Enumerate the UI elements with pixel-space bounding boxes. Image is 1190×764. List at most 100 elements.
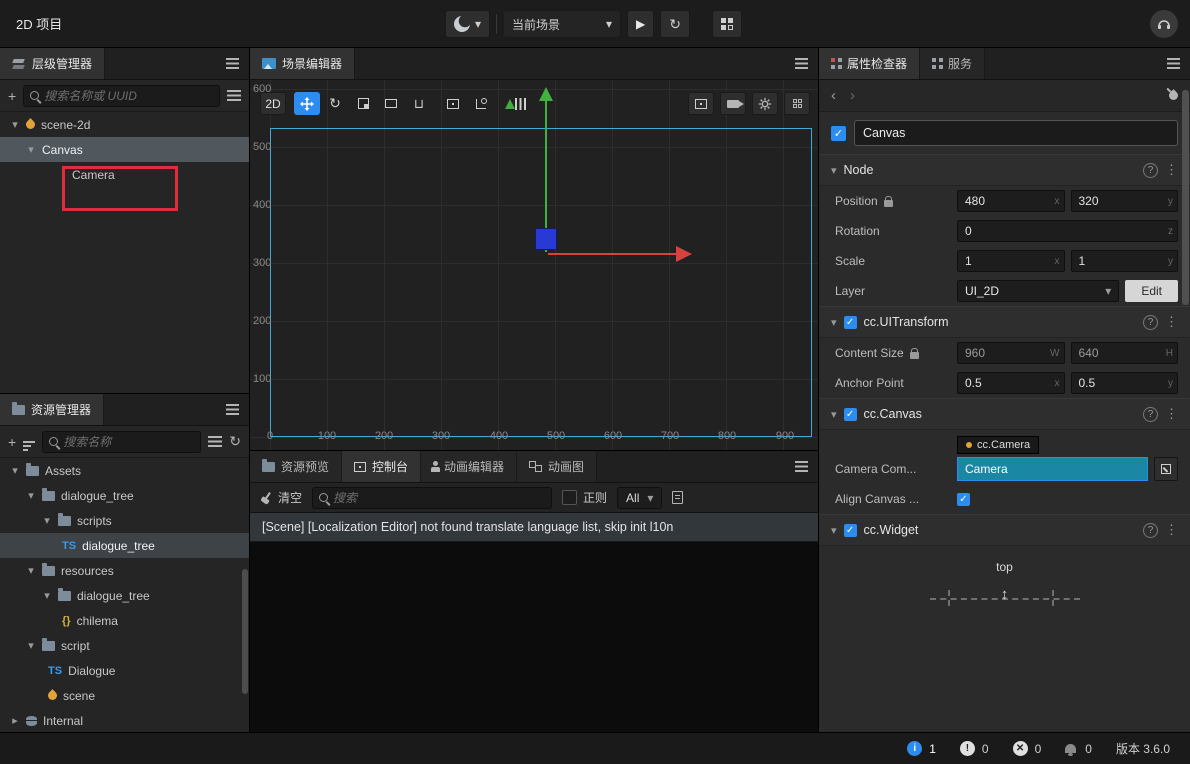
content-width-field[interactable]: 960 W bbox=[957, 342, 1065, 364]
assets-searchbox[interactable] bbox=[42, 431, 201, 453]
asset-row-chilema[interactable]: {} chilema bbox=[0, 608, 249, 633]
inspector-menu-button[interactable] bbox=[1157, 48, 1190, 79]
console-log-row[interactable]: [Scene] [Localization Editor] not found … bbox=[250, 513, 818, 542]
canvas-enabled-checkbox[interactable]: ✓ bbox=[844, 408, 857, 421]
more-icon[interactable]: ⋮ bbox=[1165, 406, 1178, 422]
hierarchy-menu-button[interactable] bbox=[216, 48, 249, 79]
help-icon[interactable]: ? bbox=[1143, 163, 1158, 178]
nav-forward-button[interactable]: › bbox=[850, 87, 855, 104]
console-search-input[interactable] bbox=[333, 491, 545, 505]
layer-edit-button[interactable]: Edit bbox=[1125, 280, 1178, 302]
refresh-button[interactable]: ↻ bbox=[660, 10, 690, 38]
assets-scrollbar[interactable] bbox=[242, 569, 248, 694]
caret-down-icon[interactable]: ▾ bbox=[831, 524, 837, 537]
scene-menu-button[interactable] bbox=[785, 48, 818, 79]
add-asset-button[interactable]: + bbox=[8, 434, 16, 450]
rotation-z-field[interactable]: 0 z bbox=[957, 220, 1178, 242]
lock-icon[interactable] bbox=[910, 352, 919, 359]
gizmo-center-square[interactable] bbox=[535, 228, 557, 250]
bell-icon[interactable] bbox=[1065, 744, 1076, 753]
add-node-button[interactable]: + bbox=[8, 88, 16, 104]
grid-snap-button[interactable] bbox=[784, 92, 810, 115]
content-height-field[interactable]: 640 H bbox=[1071, 342, 1179, 364]
node-picker-button[interactable] bbox=[1154, 457, 1178, 481]
section-widget[interactable]: ▾ ✓ cc.Widget ? ⋮ bbox=[819, 514, 1190, 546]
help-icon[interactable]: ? bbox=[1143, 407, 1158, 422]
section-canvas[interactable]: ▾ ✓ cc.Canvas ? ⋮ bbox=[819, 398, 1190, 430]
more-icon[interactable]: ⋮ bbox=[1165, 522, 1178, 538]
scale-x-field[interactable]: 1 x bbox=[957, 250, 1065, 272]
caret-down-icon[interactable]: ▾ bbox=[42, 514, 52, 527]
caret-down-icon[interactable]: ▾ bbox=[831, 408, 837, 421]
asset-row-script[interactable]: ▾ script bbox=[0, 633, 249, 658]
gizmo-x-axis[interactable] bbox=[548, 253, 676, 255]
position-y-field[interactable]: 320 y bbox=[1071, 190, 1179, 212]
scene-camera-button[interactable] bbox=[720, 92, 746, 115]
tab-services[interactable]: 服务 bbox=[920, 48, 985, 79]
regex-toggle[interactable]: 正则 bbox=[562, 489, 607, 506]
asset-row-resources[interactable]: ▾ resources bbox=[0, 558, 249, 583]
log-file-icon[interactable] bbox=[672, 491, 683, 504]
help-icon[interactable]: ? bbox=[1143, 523, 1158, 538]
refresh-assets-icon[interactable]: ↻ bbox=[229, 433, 241, 450]
section-node[interactable]: ▾ Node ? ⋮ bbox=[819, 154, 1190, 186]
hierarchy-node-camera[interactable]: Camera bbox=[0, 162, 249, 187]
position-x-field[interactable]: 480 x bbox=[957, 190, 1065, 212]
caret-down-icon[interactable]: ▾ bbox=[10, 118, 20, 131]
rotation-snap-button[interactable] bbox=[468, 92, 494, 115]
tab-hierarchy[interactable]: 层级管理器 bbox=[0, 48, 105, 79]
asset-row-scene[interactable]: scene bbox=[0, 683, 249, 708]
tab-asset-preview[interactable]: 资源预览 bbox=[250, 451, 342, 482]
node-name-input[interactable] bbox=[854, 120, 1178, 146]
asset-row-dialogue-tree-ts[interactable]: TS dialogue_tree bbox=[0, 533, 249, 558]
tab-animation-graph[interactable]: 动画图 bbox=[517, 451, 597, 482]
asset-row-scripts[interactable]: ▾ scripts bbox=[0, 508, 249, 533]
scene-settings-button[interactable] bbox=[752, 92, 778, 115]
caret-right-icon[interactable]: ▸ bbox=[10, 714, 20, 727]
rotate-tool-button[interactable]: ↻ bbox=[322, 92, 348, 115]
anchor-x-field[interactable]: 0.5 x bbox=[957, 372, 1065, 394]
asset-row-internal[interactable]: ▸ Internal bbox=[0, 708, 249, 733]
anchor-y-field[interactable]: 0.5 y bbox=[1071, 372, 1179, 394]
console-searchbox[interactable] bbox=[312, 487, 552, 509]
asset-row-dialogue-tree[interactable]: ▾ dialogue_tree bbox=[0, 483, 249, 508]
hierarchy-search-input[interactable] bbox=[44, 89, 213, 103]
caret-down-icon[interactable]: ▾ bbox=[26, 143, 36, 156]
ui-transform-tool-button[interactable]: ⊔ bbox=[406, 92, 432, 115]
clear-console-button[interactable]: 清空 bbox=[260, 489, 302, 506]
hierarchy-node-scene[interactable]: ▾ scene-2d bbox=[0, 112, 249, 137]
hierarchy-searchbox[interactable] bbox=[23, 85, 220, 107]
tab-scene-editor[interactable]: 场景编辑器 bbox=[250, 48, 355, 79]
uitransform-enabled-checkbox[interactable]: ✓ bbox=[844, 316, 857, 329]
widget-align-diagram[interactable]: ↕ bbox=[930, 584, 1080, 620]
log-filter-select[interactable]: All ▾ bbox=[617, 487, 662, 509]
mode-2d-button[interactable]: 2D bbox=[260, 92, 286, 115]
info-icon[interactable]: i bbox=[907, 741, 922, 756]
assets-search-input[interactable] bbox=[63, 435, 194, 449]
tab-animation-editor[interactable]: 动画编辑器 bbox=[421, 451, 517, 482]
widget-enabled-checkbox[interactable]: ✓ bbox=[844, 524, 857, 537]
caret-down-icon[interactable]: ▾ bbox=[26, 564, 36, 577]
caret-down-icon[interactable]: ▾ bbox=[831, 316, 837, 329]
layer-select[interactable]: UI_2D ▾ bbox=[957, 280, 1119, 302]
warning-icon[interactable]: ! bbox=[960, 741, 975, 756]
hierarchy-node-canvas[interactable]: ▾ Canvas bbox=[0, 137, 249, 162]
caret-down-icon[interactable]: ▾ bbox=[26, 489, 36, 502]
node-active-checkbox[interactable]: ✓ bbox=[831, 126, 846, 141]
section-uitransform[interactable]: ▾ ✓ cc.UITransform ? ⋮ bbox=[819, 306, 1190, 338]
move-tool-button[interactable] bbox=[294, 92, 320, 115]
sort-icon[interactable] bbox=[23, 441, 35, 443]
caret-down-icon[interactable]: ▾ bbox=[10, 464, 20, 477]
lock-icon[interactable] bbox=[884, 200, 893, 207]
align-canvas-checkbox[interactable]: ✓ bbox=[957, 493, 970, 506]
qr-preview-button[interactable] bbox=[712, 10, 742, 38]
console-menu-button[interactable] bbox=[785, 451, 818, 482]
list-view-icon[interactable] bbox=[227, 90, 241, 101]
caret-down-icon[interactable]: ▾ bbox=[42, 589, 52, 602]
pin-icon[interactable] bbox=[1167, 89, 1180, 102]
camera-reference-field[interactable]: Camera bbox=[957, 457, 1148, 481]
more-icon[interactable]: ⋮ bbox=[1165, 314, 1178, 330]
asset-row-dialogue-ts[interactable]: TS Dialogue bbox=[0, 658, 249, 683]
current-scene-select[interactable]: 当前场景 ▾ bbox=[503, 10, 621, 38]
scale-tool-button[interactable] bbox=[350, 92, 376, 115]
